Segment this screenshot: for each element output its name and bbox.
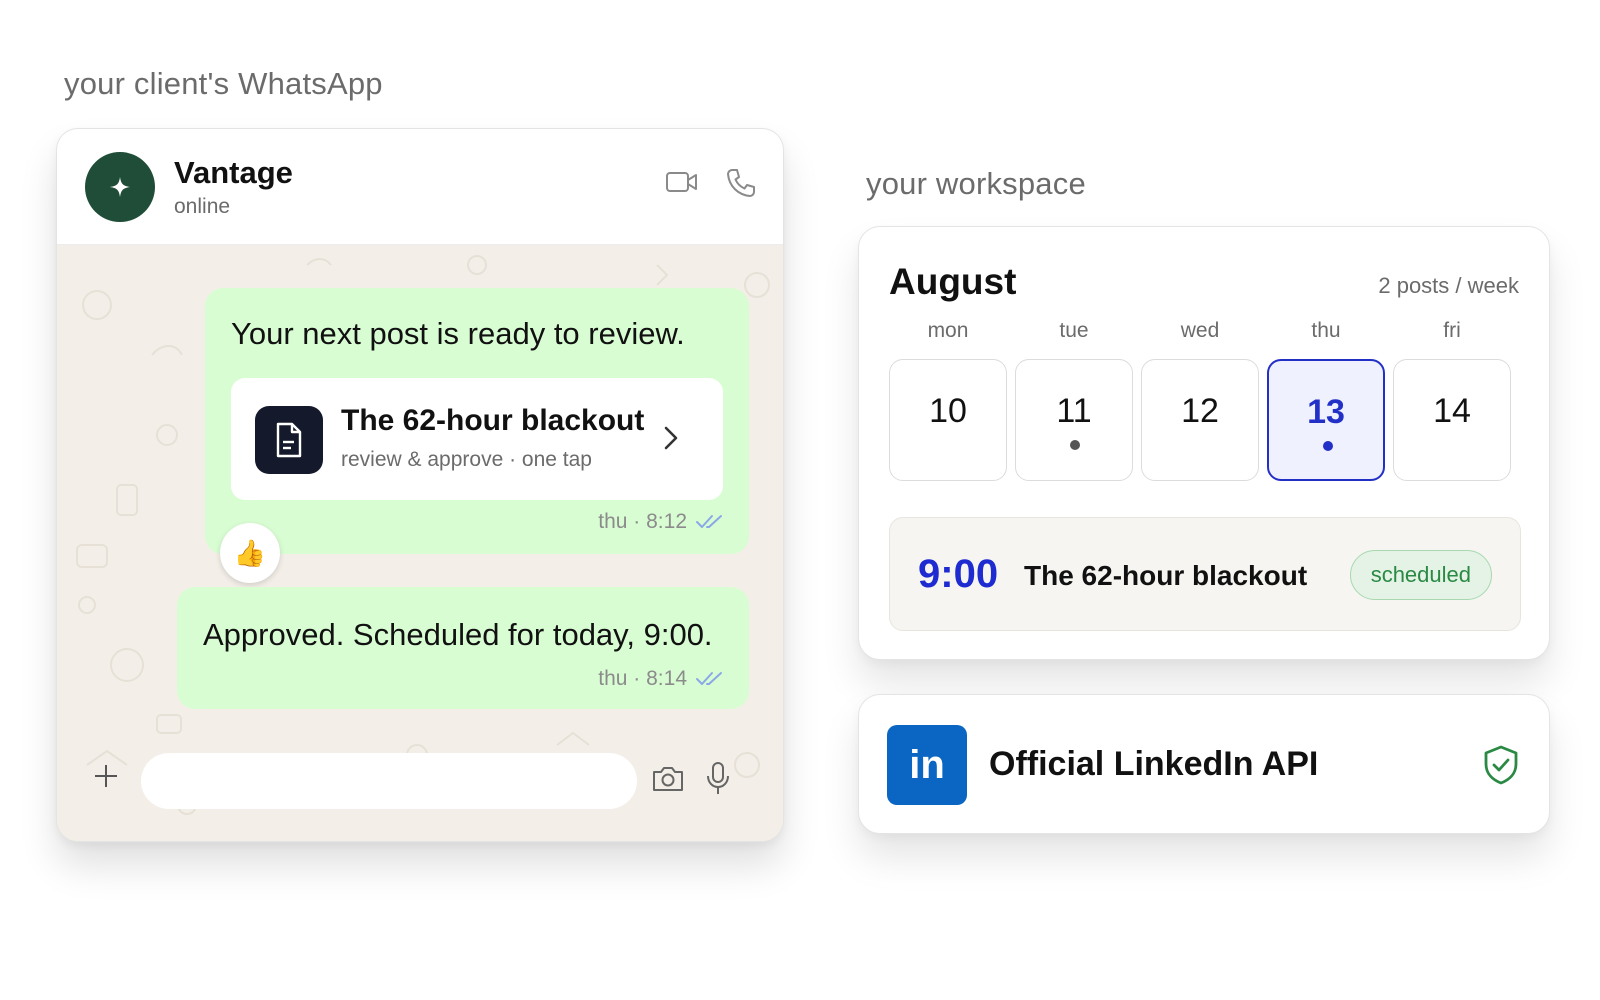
- linkedin-api-card: in Official LinkedIn API: [858, 694, 1550, 834]
- day-wed[interactable]: wed 12: [1141, 319, 1259, 481]
- day-number: 14: [1433, 392, 1471, 430]
- document-icon: [255, 406, 323, 474]
- day-name: mon: [927, 319, 969, 342]
- post-indicator-dot: [1323, 441, 1333, 451]
- double-check-icon: [696, 515, 722, 528]
- day-tue[interactable]: tue 11: [1015, 319, 1133, 481]
- reaction-thumbs-up[interactable]: 👍: [220, 523, 280, 583]
- linkedin-logo: in: [887, 725, 967, 805]
- message-timestamp: thu · 8:14: [598, 667, 687, 690]
- day-name: thu: [1311, 319, 1341, 342]
- day-name: tue: [1059, 319, 1089, 342]
- scheduled-time: 9:00: [918, 552, 999, 596]
- scheduled-post-row[interactable]: 9:00 The 62-hour blackout scheduled: [889, 517, 1521, 631]
- day-thu[interactable]: thu 13: [1267, 319, 1385, 481]
- plus-icon[interactable]: [93, 763, 119, 789]
- posting-frequency: 2 posts / week: [1378, 273, 1519, 298]
- whatsapp-window: Vantage online Your next post is ready t…: [56, 128, 784, 842]
- contact-name[interactable]: Vantage: [174, 155, 293, 191]
- day-cell[interactable]: 11: [1015, 359, 1133, 481]
- day-mon[interactable]: mon 10: [889, 319, 1007, 481]
- scheduled-post-title: The 62-hour blackout: [1024, 560, 1308, 591]
- phone-call-icon[interactable]: [725, 167, 757, 199]
- message-input-bar: [57, 723, 783, 841]
- thumbs-up-emoji: 👍: [233, 537, 267, 568]
- contact-status: online: [174, 195, 231, 218]
- message-input[interactable]: [141, 753, 637, 809]
- workspace-section-label: your workspace: [866, 166, 1086, 201]
- message-bubble[interactable]: Approved. Scheduled for today, 9:00. thu…: [177, 587, 749, 709]
- contact-avatar[interactable]: [85, 152, 155, 222]
- whatsapp-section-label: your client's WhatsApp: [64, 66, 383, 101]
- day-number: 10: [929, 392, 967, 430]
- message-meta: thu · 8:12: [598, 510, 727, 534]
- double-check-icon: [696, 672, 722, 685]
- chat-area[interactable]: Your next post is ready to review. The 6…: [57, 245, 783, 841]
- video-call-icon[interactable]: [665, 169, 699, 195]
- day-name: wed: [1180, 319, 1220, 342]
- message-text: Approved. Scheduled for today, 9:00.: [203, 617, 713, 652]
- day-number: 13: [1307, 393, 1345, 431]
- calendar-month: August: [889, 261, 1017, 302]
- post-indicator-dot: [1070, 440, 1080, 450]
- day-cell[interactable]: 10: [889, 359, 1007, 481]
- message-meta: thu · 8:14: [598, 667, 727, 691]
- day-name: fri: [1443, 319, 1461, 342]
- day-number: 11: [1056, 392, 1092, 430]
- shield-check-icon: [1484, 745, 1518, 785]
- post-title: The 62-hour blackout: [341, 404, 645, 437]
- microphone-icon[interactable]: [705, 761, 731, 797]
- status-badge: scheduled: [1349, 550, 1492, 600]
- day-cell-selected[interactable]: 13: [1267, 359, 1385, 481]
- linkedin-api-label: Official LinkedIn API: [989, 745, 1319, 783]
- message-bubble[interactable]: Your next post is ready to review. The 6…: [205, 288, 749, 554]
- day-number: 12: [1181, 392, 1219, 430]
- camera-icon[interactable]: [651, 765, 685, 793]
- chevron-right-icon: [664, 426, 678, 450]
- day-cell[interactable]: 14: [1393, 359, 1511, 481]
- post-subtitle: review & approve · one tap: [341, 448, 592, 471]
- workspace-calendar-card: August 2 posts / week mon 10 tue 11 wed …: [858, 226, 1550, 660]
- message-timestamp: thu · 8:12: [598, 510, 687, 533]
- post-review-card[interactable]: The 62-hour blackout review & approve · …: [231, 378, 723, 500]
- chat-header: Vantage online: [57, 129, 783, 245]
- message-text: Your next post is ready to review.: [231, 316, 685, 351]
- day-cell[interactable]: 12: [1141, 359, 1259, 481]
- sparkle-icon: [110, 177, 130, 197]
- day-fri[interactable]: fri 14: [1393, 319, 1511, 481]
